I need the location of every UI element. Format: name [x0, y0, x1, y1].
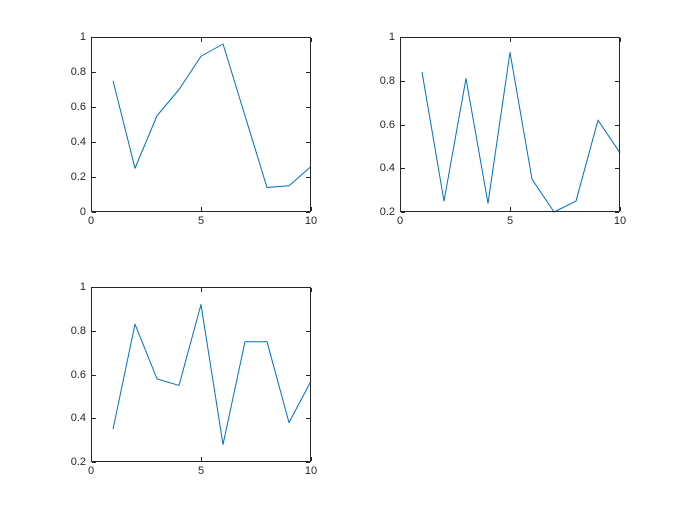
- xtick-mark: [311, 207, 312, 211]
- xtick-mark: [510, 207, 511, 211]
- xtick-label: 0: [88, 215, 94, 227]
- xtick-mark: [620, 38, 621, 42]
- xtick-label: 5: [198, 215, 204, 227]
- ytick-mark: [92, 462, 96, 463]
- ytick-mark: [306, 331, 310, 332]
- ytick-mark: [401, 125, 405, 126]
- ytick-mark: [92, 72, 96, 73]
- xtick-label: 10: [305, 215, 317, 227]
- axes-box: [400, 37, 620, 212]
- ytick-label: 0.2: [71, 171, 86, 183]
- ytick-mark: [92, 107, 96, 108]
- xtick-mark: [201, 288, 202, 292]
- figure: 051000.20.40.60.81 05100.20.40.60.81 051…: [0, 0, 700, 525]
- ytick-label: 0.2: [380, 206, 395, 218]
- ytick-label: 0.4: [71, 136, 86, 148]
- xtick-mark: [510, 38, 511, 42]
- ytick-mark: [306, 142, 310, 143]
- ytick-mark: [615, 81, 619, 82]
- xtick-mark: [400, 38, 401, 42]
- ytick-mark: [306, 107, 310, 108]
- ytick-mark: [306, 72, 310, 73]
- ytick-mark: [306, 212, 310, 213]
- ytick-label: 0.6: [71, 369, 86, 381]
- xtick-mark: [201, 207, 202, 211]
- xtick-label: 5: [198, 465, 204, 477]
- ytick-label: 0.6: [380, 119, 395, 131]
- xtick-mark: [201, 457, 202, 461]
- ytick-mark: [615, 212, 619, 213]
- ytick-mark: [401, 37, 405, 38]
- ytick-label: 0.8: [380, 75, 395, 87]
- ytick-mark: [401, 168, 405, 169]
- ytick-label: 0.4: [380, 162, 395, 174]
- ytick-mark: [92, 177, 96, 178]
- axes-box: [91, 37, 311, 212]
- subplot-1: 051000.20.40.60.81: [91, 37, 311, 212]
- ytick-mark: [401, 212, 405, 213]
- ytick-label: 0.8: [71, 66, 86, 78]
- ytick-mark: [306, 37, 310, 38]
- ytick-mark: [401, 81, 405, 82]
- xtick-mark: [201, 38, 202, 42]
- subplot-2: 05100.20.40.60.81: [400, 37, 620, 212]
- xtick-mark: [91, 38, 92, 42]
- xtick-label: 0: [88, 465, 94, 477]
- ytick-mark: [306, 177, 310, 178]
- ytick-label: 0.6: [71, 101, 86, 113]
- xtick-mark: [311, 288, 312, 292]
- ytick-label: 0.2: [71, 456, 86, 468]
- axes-box: [91, 287, 311, 462]
- ytick-mark: [92, 331, 96, 332]
- ytick-mark: [92, 212, 96, 213]
- ytick-mark: [306, 287, 310, 288]
- ytick-mark: [306, 418, 310, 419]
- xtick-label: 10: [614, 215, 626, 227]
- xtick-mark: [91, 207, 92, 211]
- xtick-mark: [91, 457, 92, 461]
- xtick-label: 0: [397, 215, 403, 227]
- xtick-mark: [620, 207, 621, 211]
- ytick-mark: [306, 375, 310, 376]
- ytick-label: 0.8: [71, 325, 86, 337]
- ytick-label: 1: [389, 31, 395, 43]
- ytick-label: 1: [80, 31, 86, 43]
- ytick-mark: [92, 418, 96, 419]
- ytick-mark: [92, 287, 96, 288]
- ytick-label: 1: [80, 281, 86, 293]
- ytick-mark: [615, 125, 619, 126]
- subplot-3: 05100.20.40.60.81: [91, 287, 311, 462]
- xtick-mark: [400, 207, 401, 211]
- xtick-label: 10: [305, 465, 317, 477]
- ytick-label: 0: [80, 206, 86, 218]
- xtick-mark: [311, 38, 312, 42]
- xtick-mark: [91, 288, 92, 292]
- xtick-mark: [311, 457, 312, 461]
- ytick-mark: [92, 142, 96, 143]
- xtick-label: 5: [507, 215, 513, 227]
- ytick-mark: [615, 168, 619, 169]
- ytick-mark: [92, 375, 96, 376]
- ytick-mark: [306, 462, 310, 463]
- ytick-label: 0.4: [71, 412, 86, 424]
- ytick-mark: [615, 37, 619, 38]
- ytick-mark: [92, 37, 96, 38]
